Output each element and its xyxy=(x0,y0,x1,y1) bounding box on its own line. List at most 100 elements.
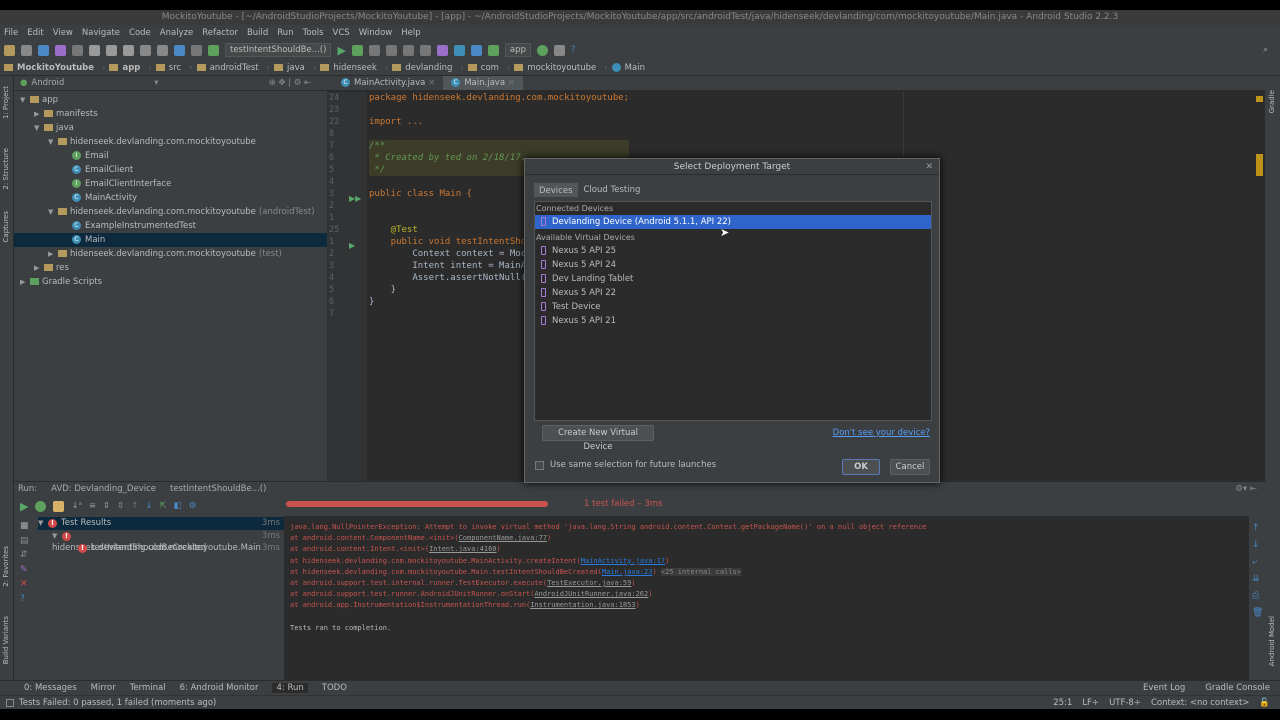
connected-device-item[interactable]: Devlanding Device (Android 5.1.1, API 22… xyxy=(535,215,931,229)
debug-icon[interactable] xyxy=(351,44,363,56)
source-link[interactable]: TestExecutor.java:59 xyxy=(547,579,631,587)
virtual-device-item[interactable]: Test Device xyxy=(535,300,931,314)
source-link[interactable]: Instrumentation.java:1853 xyxy=(530,601,635,609)
test-result-item[interactable]: ▼! Test Results 3ms xyxy=(38,517,284,530)
breadcrumb-item[interactable]: devlanding xyxy=(392,63,456,73)
tree-item[interactable]: C Main xyxy=(14,233,327,247)
run-class-icon[interactable]: ▶▶ xyxy=(349,194,361,203)
menu-run[interactable]: Run xyxy=(277,28,293,38)
file-encoding[interactable]: UTF-8÷ xyxy=(1109,698,1141,708)
tree-item[interactable]: C EmailClient xyxy=(14,163,327,177)
tree-item[interactable]: ▶ manifests xyxy=(14,107,327,121)
build-variants-tool-button[interactable]: Build Variants xyxy=(2,616,10,664)
lock-icon[interactable]: 🔓 xyxy=(1259,698,1270,708)
attach-icon[interactable] xyxy=(368,44,380,56)
coverage-icon[interactable] xyxy=(385,44,397,56)
open-icon[interactable] xyxy=(4,44,15,56)
expand-all-icon[interactable]: ⇕ xyxy=(103,501,110,511)
scroll-up-icon[interactable]: ↑ xyxy=(1252,520,1263,537)
module-select[interactable]: app xyxy=(504,43,531,57)
sync-icon[interactable] xyxy=(38,44,49,56)
tool-window-terminal[interactable]: Terminal xyxy=(130,683,166,693)
redo-icon[interactable] xyxy=(72,44,83,56)
internal-calls-toggle[interactable]: <25 internal calls> xyxy=(660,567,741,576)
build-hammer-icon[interactable] xyxy=(208,44,219,56)
status-toggle-icon[interactable] xyxy=(6,698,14,707)
breadcrumb-item[interactable]: com xyxy=(467,63,503,73)
source-link[interactable]: ComponentName.java:77 xyxy=(459,534,548,542)
virtual-device-item[interactable]: Dev Landing Tablet xyxy=(535,272,931,286)
expand-arrow-icon[interactable]: ▼ xyxy=(52,530,62,543)
panel-settings-icon[interactable]: ⚙▾ ⇤ xyxy=(1235,484,1257,494)
rerun-icon[interactable]: ▶ xyxy=(20,500,28,513)
pin-icon[interactable]: ✎ xyxy=(20,563,29,578)
expand-arrow-icon[interactable]: ▶ xyxy=(20,275,30,289)
expand-arrow-icon[interactable]: ▼ xyxy=(34,121,44,135)
menu-build[interactable]: Build xyxy=(247,28,268,38)
previous-test-icon[interactable]: ↑ xyxy=(131,501,138,511)
tool-window-4-run[interactable]: 4: Run xyxy=(272,683,308,693)
source-link[interactable]: Main.java:23 xyxy=(602,568,653,576)
menu-window[interactable]: Window xyxy=(359,28,393,38)
history-icon[interactable]: ◧ xyxy=(174,501,182,511)
sort-alpha-icon[interactable]: ↓ᵃ xyxy=(71,501,81,511)
create-virtual-device-button[interactable]: Create New Virtual Device xyxy=(542,425,654,452)
panel-settings-icon[interactable]: ⊕ ✥ | ⚙ ⇤ xyxy=(269,78,312,88)
virtual-device-item[interactable]: Nexus 5 API 22 xyxy=(535,286,931,300)
android-model-tool-button[interactable]: Android Model xyxy=(1268,616,1276,666)
stop-icon[interactable] xyxy=(419,44,431,56)
scroll-to-end-icon[interactable]: ⇊ xyxy=(1252,571,1263,588)
gradle-sync-icon[interactable] xyxy=(536,44,548,56)
gradle-tool-button[interactable]: Gradle xyxy=(1268,90,1276,113)
highlight-marker[interactable] xyxy=(1256,154,1263,176)
tree-item[interactable]: I EmailClientInterface xyxy=(14,177,327,191)
undo-icon[interactable] xyxy=(55,44,66,56)
paste-icon[interactable] xyxy=(123,44,134,56)
settings-icon[interactable]: ⚙ xyxy=(189,501,197,511)
project-view-select[interactable]: Android xyxy=(31,78,64,88)
sdk-manager-icon[interactable] xyxy=(453,44,465,56)
breadcrumb-item[interactable]: mockitoyoutube xyxy=(514,63,600,73)
breadcrumb-item[interactable]: app xyxy=(109,63,144,73)
menu-code[interactable]: Code xyxy=(129,28,151,38)
expand-arrow-icon[interactable]: ▼ xyxy=(48,135,58,149)
expand-arrow-icon[interactable]: ▶ xyxy=(34,261,44,275)
tree-item[interactable]: ▼ hidenseek.devlanding.com.mockitoyoutube xyxy=(14,135,327,149)
profile-icon[interactable] xyxy=(402,44,414,56)
source-link[interactable]: Intent.java:4160 xyxy=(429,545,496,553)
restore-layout-icon[interactable]: ⇵ xyxy=(20,548,29,563)
expand-arrow-icon[interactable]: ▼ xyxy=(20,93,30,107)
test-result-item[interactable]: ▼ !hidenseek.devlanding.com.mockitoyoutub… xyxy=(38,530,284,554)
context-indicator[interactable]: Context: <no context> xyxy=(1151,698,1249,708)
view-dropdown-icon[interactable]: ▾ xyxy=(154,78,158,88)
forward-icon[interactable] xyxy=(191,44,202,56)
cancel-button[interactable]: Cancel xyxy=(890,459,930,475)
tool-window-todo[interactable]: TODO xyxy=(322,683,347,693)
menu-tools[interactable]: Tools xyxy=(303,28,324,38)
virtual-device-item[interactable]: Nexus 5 API 24 xyxy=(535,258,931,272)
soft-wrap-icon[interactable]: ⤶ xyxy=(1252,554,1263,571)
menu-refactor[interactable]: Refactor xyxy=(202,28,238,38)
structure-tool-button[interactable]: 2: Structure xyxy=(2,148,10,190)
stop-icon[interactable]: ■ xyxy=(20,519,29,534)
cut-icon[interactable] xyxy=(89,44,100,56)
run-tab-avd[interactable]: AVD: Devlanding_Device xyxy=(51,484,156,494)
print-icon[interactable]: ⎙ xyxy=(1252,588,1263,605)
breadcrumb-item[interactable]: MockitoYoutube xyxy=(4,63,98,73)
tool-window-0-messages[interactable]: 0: Messages xyxy=(24,683,77,693)
tree-item[interactable]: C MainActivity xyxy=(14,191,327,205)
menu-vcs[interactable]: VCS xyxy=(333,28,350,38)
menu-navigate[interactable]: Navigate xyxy=(82,28,120,38)
captures-tool-button[interactable]: Captures xyxy=(2,211,10,242)
run-console[interactable]: java.lang.NullPointerException: Attempt … xyxy=(284,516,1249,681)
caret-position[interactable]: 25:1 xyxy=(1053,698,1072,708)
menu-analyze[interactable]: Analyze xyxy=(160,28,194,38)
expand-arrow-icon[interactable]: ▼ xyxy=(48,205,58,219)
scroll-down-icon[interactable]: ↓ xyxy=(1252,537,1263,554)
expand-arrow-icon[interactable]: ▶ xyxy=(34,107,44,121)
tool-window-mirror[interactable]: Mirror xyxy=(91,683,116,693)
cart-icon[interactable] xyxy=(553,44,565,56)
run-tab-test[interactable]: testIntentShouldBe...() xyxy=(170,484,266,494)
tab-main-java[interactable]: C Main.java × xyxy=(443,76,523,90)
replace-icon[interactable] xyxy=(157,44,168,56)
